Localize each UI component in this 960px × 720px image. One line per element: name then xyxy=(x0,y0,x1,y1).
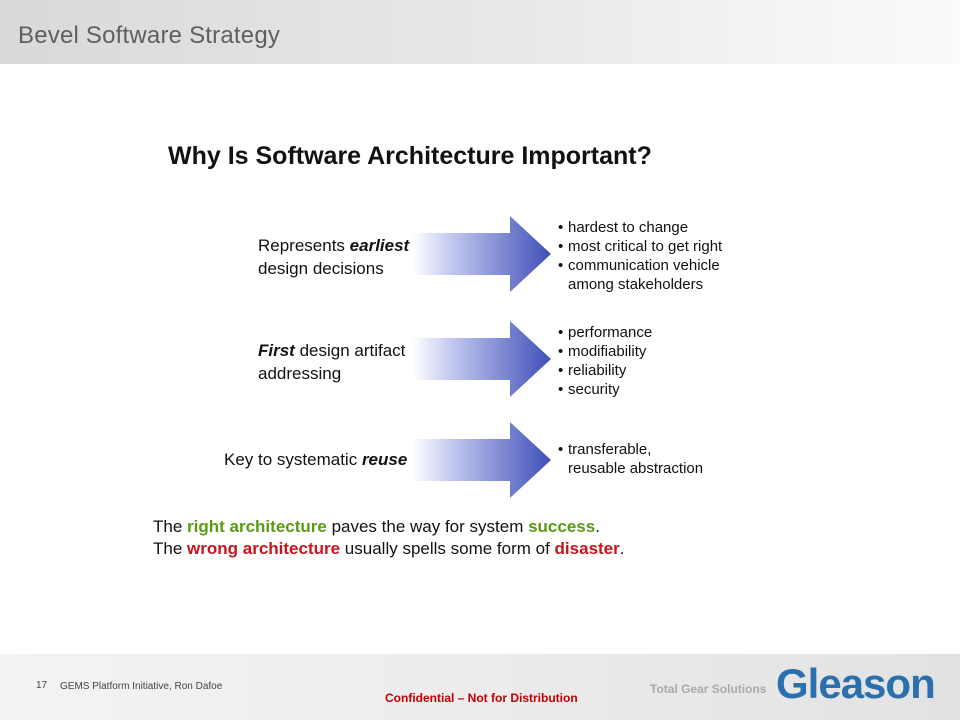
header-bar: Bevel Software Strategy xyxy=(0,0,960,64)
summary-line-2: The wrong architecture usually spells so… xyxy=(153,538,624,560)
row-3-label-emphasis: reuse xyxy=(361,450,408,469)
confidential-notice: Confidential – Not for Distribution xyxy=(385,691,578,705)
row-1-label-emphasis: earliest xyxy=(349,236,410,255)
row-1-label-post: design decisions xyxy=(258,259,384,278)
row-2-bullets: performance modifiability reliability se… xyxy=(558,323,652,399)
summary-highlight-red: disaster xyxy=(554,539,620,558)
summary-line-1: The right architecture paves the way for… xyxy=(153,516,624,538)
row-3-label-pre: Key to systematic xyxy=(224,450,362,469)
slide-title: Why Is Software Architecture Important? xyxy=(168,142,652,170)
list-item: performance xyxy=(558,323,652,342)
gleason-logo: Gleason xyxy=(776,660,936,707)
summary-highlight-red: wrong architecture xyxy=(187,539,341,558)
list-item: security xyxy=(558,380,652,399)
row-2-label: First design artifact addressing xyxy=(258,339,405,385)
row-2-label-emphasis: First xyxy=(258,341,295,360)
summary-highlight-green: right architecture xyxy=(187,517,327,536)
row-1-label-pre: Represents xyxy=(258,236,350,255)
list-item: hardest to change xyxy=(558,218,722,237)
summary-text: . xyxy=(595,517,600,536)
summary-text: usually spells some form of xyxy=(340,539,555,558)
list-item: communication vehicle xyxy=(558,256,722,275)
summary-text: The xyxy=(153,517,188,536)
summary-text: paves the way for system xyxy=(326,517,529,536)
list-item: modifiability xyxy=(558,342,652,361)
tagline: Total Gear Solutions xyxy=(650,682,767,696)
summary: The right architecture paves the way for… xyxy=(153,516,624,560)
summary-text: The xyxy=(153,539,188,558)
row-1-bullets: hardest to change most critical to get r… xyxy=(558,218,722,294)
arrow-icon xyxy=(413,216,551,292)
summary-text: . xyxy=(619,539,625,558)
list-item-continued: among stakeholders xyxy=(568,276,704,293)
footer-text: GEMS Platform Initiative, Ron Dafoe xyxy=(60,681,223,692)
summary-highlight-green: success xyxy=(528,517,596,536)
page-number: 17 xyxy=(36,680,48,691)
row-3-label: Key to systematic reuse xyxy=(224,448,407,471)
row-3-bullets: transferable, reusable abstraction xyxy=(558,440,703,478)
list-item: reliability xyxy=(558,361,652,380)
arrow-icon xyxy=(413,422,551,498)
list-item-continued: reusable abstraction xyxy=(568,460,704,477)
row-1-label: Represents earliest design decisions xyxy=(258,234,409,280)
arrow-icon xyxy=(413,321,551,397)
row-2-label-post: design artifact xyxy=(294,341,406,360)
header-title: Bevel Software Strategy xyxy=(18,22,281,49)
list-item: transferable, xyxy=(558,440,703,459)
row-2-label-line2: addressing xyxy=(258,364,342,383)
list-item: most critical to get right xyxy=(558,237,722,256)
